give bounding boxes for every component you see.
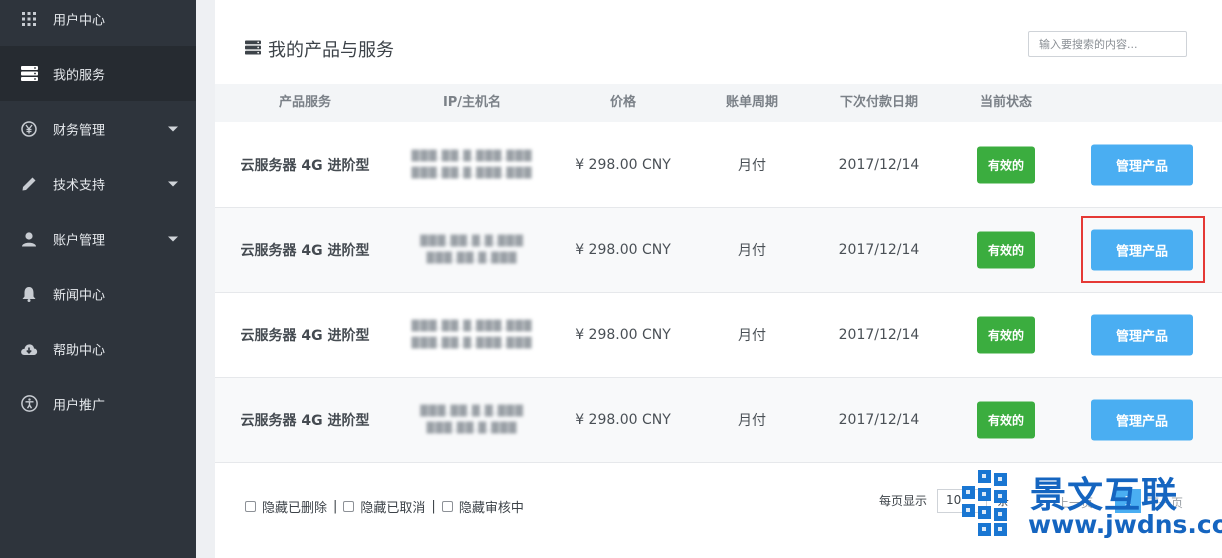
sidebar-item-news[interactable]: 新闻中心 bbox=[0, 266, 196, 321]
sidebar-item-tech-support[interactable]: 技术支持 bbox=[0, 156, 196, 211]
product-name[interactable]: 云服务器 4G 进阶型 bbox=[241, 410, 370, 430]
cubes-logo-icon bbox=[962, 470, 1007, 536]
ip-hostname: ███.██.█.███.███ ███.██.█.███.███ bbox=[412, 151, 533, 179]
sidebar-item-label: 帮助中心 bbox=[53, 343, 106, 358]
column-header-product[interactable]: 产品服务 bbox=[279, 84, 331, 122]
table-header: 产品服务 IP/主机名 价格 账单周期 下次付款日期 当前状态 bbox=[215, 84, 1222, 122]
sidebar-item-user-center[interactable]: 用户中心 bbox=[0, 0, 196, 46]
column-header-next-date[interactable]: 下次付款日期 bbox=[840, 84, 918, 122]
cloud-download-icon bbox=[20, 340, 38, 358]
server-icon bbox=[20, 65, 38, 83]
sidebar-item-label: 用户中心 bbox=[53, 13, 106, 28]
next-payment-date: 2017/12/14 bbox=[838, 327, 920, 343]
sidebar-item-label: 我的服务 bbox=[53, 68, 106, 83]
manage-product-button[interactable]: 管理产品 bbox=[1091, 399, 1193, 441]
chevron-down-icon bbox=[168, 236, 178, 241]
table-row: 云服务器 4G 进阶型 ███.██.█.█.███ ███.██.█.███ … bbox=[215, 208, 1222, 293]
grid-icon bbox=[20, 10, 38, 28]
column-header-price[interactable]: 价格 bbox=[610, 84, 636, 122]
column-header-ip[interactable]: IP/主机名 bbox=[443, 84, 501, 122]
filter-separator: | bbox=[333, 499, 338, 514]
chevron-down-icon bbox=[168, 126, 178, 131]
yen-icon bbox=[20, 120, 38, 138]
status-badge: 有效的 bbox=[977, 401, 1035, 439]
next-payment-date: 2017/12/14 bbox=[838, 157, 920, 173]
hide-deleted-label[interactable]: 隐藏已删除 bbox=[262, 497, 327, 516]
accessibility-icon bbox=[20, 395, 38, 413]
hide-cancelled-checkbox[interactable] bbox=[343, 501, 355, 512]
manage-product-button[interactable]: 管理产品 bbox=[1091, 144, 1193, 186]
product-name[interactable]: 云服务器 4G 进阶型 bbox=[241, 155, 370, 175]
sidebar-item-finance[interactable]: 财务管理 bbox=[0, 101, 196, 156]
watermark-url: www.jwdns.com bbox=[1028, 510, 1222, 539]
table-row: 云服务器 4G 进阶型 ███.██.█.█.███ ███.██.█.███ … bbox=[215, 378, 1222, 463]
next-payment-date: 2017/12/14 bbox=[838, 412, 920, 428]
highlight-box bbox=[1081, 216, 1205, 283]
hide-cancelled-label[interactable]: 隐藏已取消 bbox=[360, 497, 425, 516]
page-title-text: 我的产品与服务 bbox=[268, 40, 394, 61]
sidebar-item-label: 用户推广 bbox=[53, 398, 106, 413]
ip-hostname: ███.██.█.█.███ ███.██.█.███ bbox=[420, 406, 524, 434]
billing-cycle: 月付 bbox=[738, 158, 766, 174]
sidebar: 用户中心 我的服务 财务管理 技术支持 账户管理 新闻中心 帮助中心 用户推广 bbox=[0, 0, 196, 558]
billing-cycle: 月付 bbox=[738, 243, 766, 259]
sidebar-item-label: 账户管理 bbox=[53, 233, 106, 248]
price: ¥ 298.00 CNY bbox=[575, 327, 671, 343]
price: ¥ 298.00 CNY bbox=[575, 242, 671, 258]
table-row: 云服务器 4G 进阶型 ███.██.█.███.███ ███.██.█.██… bbox=[215, 123, 1222, 208]
sidebar-item-account[interactable]: 账户管理 bbox=[0, 211, 196, 266]
filter-separator: | bbox=[431, 499, 436, 514]
next-payment-date: 2017/12/14 bbox=[838, 242, 920, 258]
sidebar-item-label: 技术支持 bbox=[53, 178, 106, 193]
ip-hostname: ███.██.█.███.███ ███.██.█.███.███ bbox=[412, 321, 533, 349]
product-name[interactable]: 云服务器 4G 进阶型 bbox=[241, 325, 370, 345]
pencil-icon bbox=[20, 175, 38, 193]
billing-cycle: 月付 bbox=[738, 328, 766, 344]
sidebar-item-label: 财务管理 bbox=[53, 123, 106, 138]
product-name[interactable]: 云服务器 4G 进阶型 bbox=[241, 240, 370, 260]
status-badge: 有效的 bbox=[977, 146, 1035, 184]
ip-line: ███.██.█.█.███ bbox=[420, 236, 524, 247]
column-header-status[interactable]: 当前状态 bbox=[980, 84, 1032, 122]
status-badge: 有效的 bbox=[977, 316, 1035, 354]
sidebar-item-promotion[interactable]: 用户推广 bbox=[0, 376, 196, 431]
user-icon bbox=[20, 230, 38, 248]
sidebar-item-my-services[interactable]: 我的服务 bbox=[0, 46, 196, 101]
column-header-cycle[interactable]: 账单周期 bbox=[726, 84, 778, 122]
ip-line: ███.██.█.███ bbox=[426, 253, 518, 264]
hide-pending-review-label[interactable]: 隐藏审核中 bbox=[459, 497, 524, 516]
page-title: 我的产品与服务 bbox=[245, 36, 394, 62]
ip-line: ███.██.█.███.███ bbox=[411, 338, 533, 349]
ip-line: ███.██.█.█.███ bbox=[420, 406, 524, 417]
ip-line: ███.██.█.███ bbox=[426, 423, 518, 434]
hide-deleted-checkbox[interactable] bbox=[245, 501, 256, 512]
ip-line: ███.██.█.███.███ bbox=[411, 321, 533, 332]
sidebar-item-help[interactable]: 帮助中心 bbox=[0, 321, 196, 376]
per-page-label: 每页显示 bbox=[879, 494, 928, 508]
watermark: 景文互联 www.jwdns.com bbox=[958, 466, 1222, 546]
bell-icon bbox=[20, 285, 38, 303]
billing-cycle: 月付 bbox=[738, 413, 766, 429]
sidebar-item-label: 新闻中心 bbox=[53, 288, 106, 303]
table-row: 云服务器 4G 进阶型 ███.██.█.███.███ ███.██.█.██… bbox=[215, 293, 1222, 378]
search-input[interactable] bbox=[1028, 31, 1187, 57]
server-icon bbox=[245, 39, 261, 60]
ip-line: ███.██.█.███.███ bbox=[411, 151, 533, 162]
ip-line: ███.██.█.███.███ bbox=[411, 168, 533, 179]
status-badge: 有效的 bbox=[977, 231, 1035, 269]
manage-product-button[interactable]: 管理产品 bbox=[1091, 314, 1193, 356]
chevron-down-icon bbox=[168, 181, 178, 186]
price: ¥ 298.00 CNY bbox=[575, 412, 671, 428]
price: ¥ 298.00 CNY bbox=[575, 157, 671, 173]
ip-hostname: ███.██.█.█.███ ███.██.█.███ bbox=[420, 236, 524, 264]
hide-pending-review-checkbox[interactable] bbox=[441, 501, 453, 512]
filter-bar: 隐藏已删除 | 隐藏已取消 | 隐藏审核中 bbox=[245, 497, 524, 516]
